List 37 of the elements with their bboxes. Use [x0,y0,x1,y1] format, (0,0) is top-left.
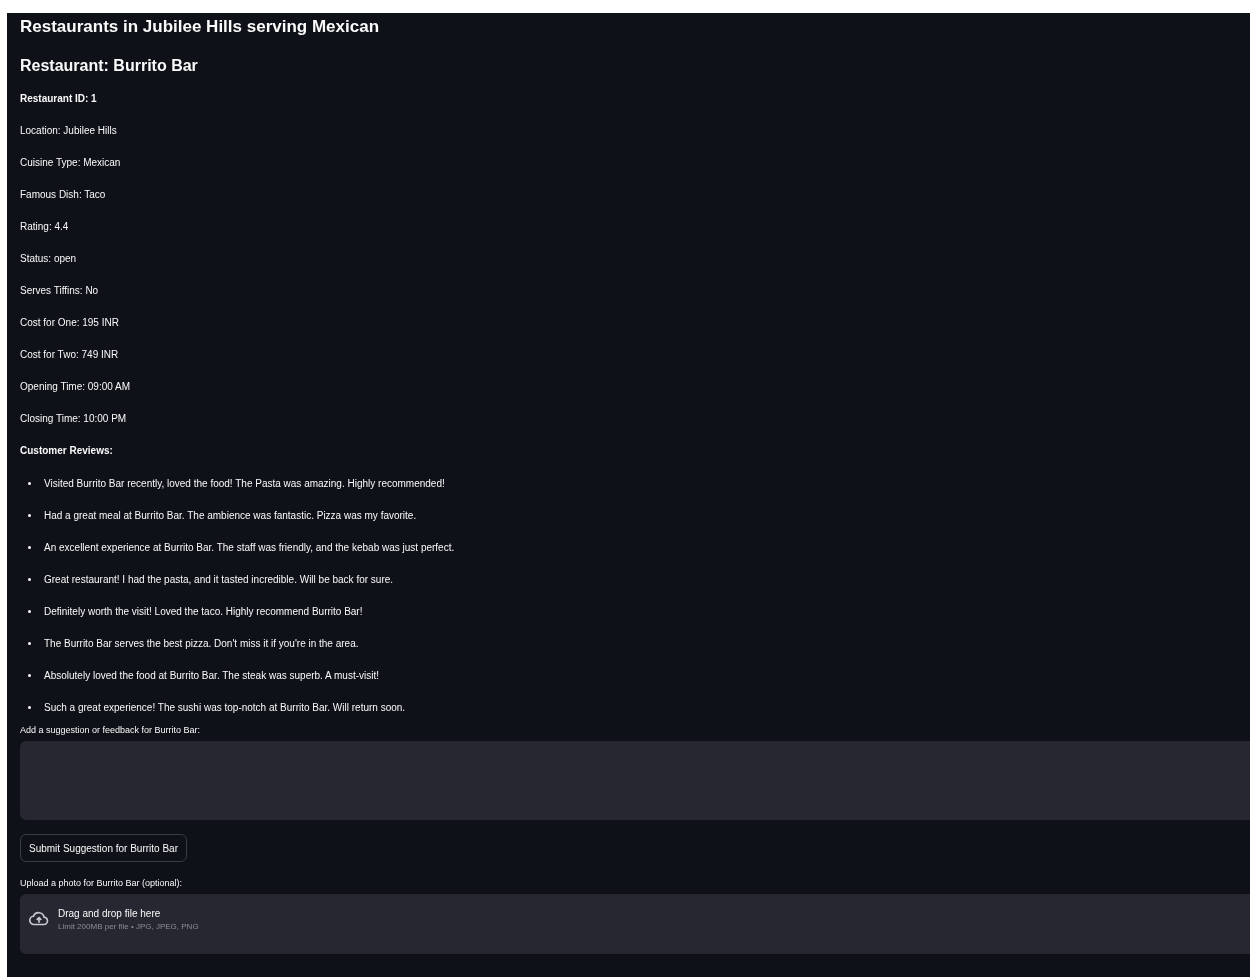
detail-text: Serves Tiffins: No [20,284,100,298]
upload-prompt: Drag and drop file here [58,907,162,919]
review-text: Visited Burrito Bar recently, loved the food! The Pasta was amazing. Highly recommended! [44,477,445,489]
bullet-icon [28,513,31,517]
page-title: Restaurants in Jubilee Hills serving Mexican [20,16,381,38]
review-text: An excellent experience at Burrito Bar. The staff was friendly, and the kebab was just perfect. [44,541,455,553]
section-label: Restaurant ID: 1 [20,92,98,106]
upload-limit-text: Limit 200MB per file • JPG, JPEG, PNG [58,921,199,931]
detail-text: Famous Dish: Taco [20,188,107,202]
detail-text: Location: Jubilee Hills [20,124,118,138]
review-text: The Burrito Bar serves the best pizza. Don't miss it if you're in the area. [44,637,359,649]
bullet-icon [28,641,31,645]
bullet-icon [28,545,31,549]
bullet-icon [28,673,31,677]
bullet-icon [28,481,31,485]
review-text: Absolutely loved the food at Burrito Bar. The steak was superb. A must-visit! [44,669,379,681]
detail-text: Opening Time: 09:00 AM [20,380,132,394]
feedback-field[interactable] [20,741,1250,820]
review-text: Definitely worth the visit! Loved the taco. Highly recommend Burrito Bar! [44,605,363,617]
detail-text: Rating: 4.4 [20,220,70,234]
review-text: Great restaurant! I had the pasta, and it tasted incredible. Will be back for sure. [44,573,394,585]
submit-button[interactable]: Submit Suggestion for Burrito Bar [20,834,187,862]
detail-text: Status: open [20,252,78,266]
section-label: Customer Reviews: [20,444,114,458]
detail-text: Closing Time: 10:00 PM [20,412,128,426]
review-text: Such a great experience! The sushi was top-notch at Burrito Bar. Will return soon. [44,701,406,713]
bullet-icon [28,705,31,709]
field-label: Upload a photo for Burrito Bar (optional): [20,877,184,890]
detail-text: Cuisine Type: Mexican [20,156,122,170]
bullet-icon [28,609,31,613]
bullet-icon [28,577,31,581]
restaurant-heading: Restaurant: Burrito Bar [20,56,199,76]
upload-dropzone[interactable]: Drag and drop file here Limit 200MB per file • JPG, JPEG, PNG [20,894,1250,954]
detail-text: Cost for One: 195 INR [20,316,120,330]
detail-text: Cost for Two: 749 INR [20,348,120,362]
field-label: Add a suggestion or feedback for Burrito Bar: [20,724,202,737]
review-text: Had a great meal at Burrito Bar. The ambience was fantastic. Pizza was my favorite. [44,509,417,521]
